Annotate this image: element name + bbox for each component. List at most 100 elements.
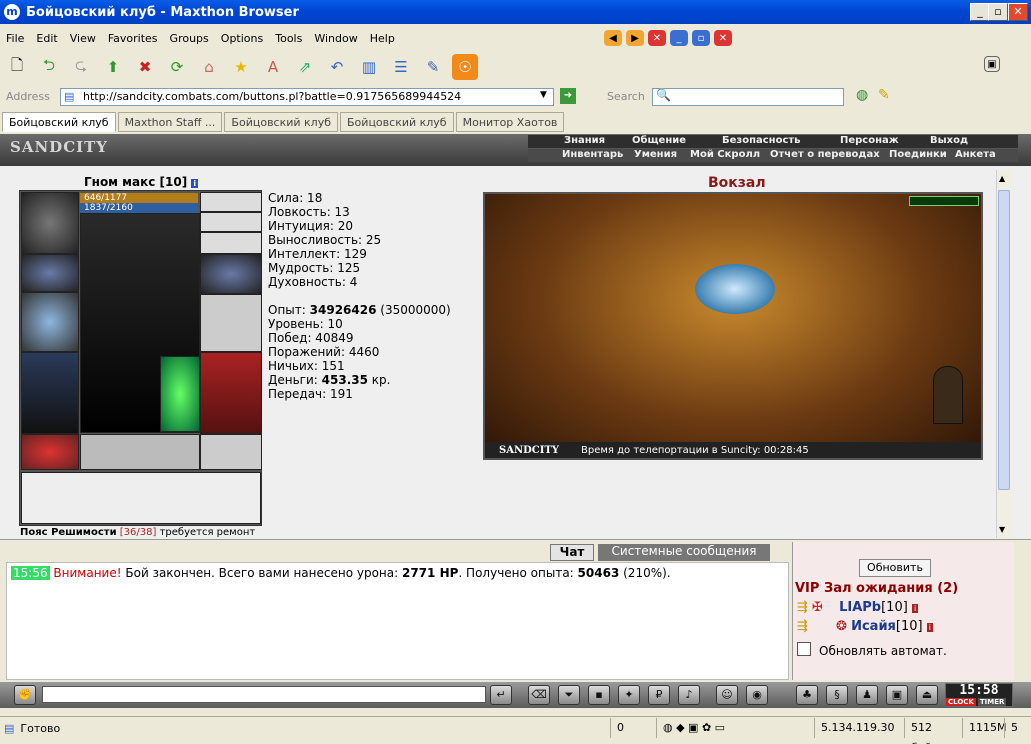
earrings-slot[interactable] <box>200 212 262 232</box>
translate-icon[interactable]: A <box>260 54 286 80</box>
menu-window[interactable]: Window <box>314 32 357 45</box>
smiley-fist-icon[interactable]: ✊ <box>14 685 36 705</box>
external-icon[interactable]: ⇗ <box>292 54 318 80</box>
user-name[interactable]: Исайя <box>851 619 896 634</box>
tab-system-messages[interactable]: Системные сообщения <box>598 544 770 561</box>
user-info-icon[interactable]: i <box>911 604 919 613</box>
empty-slots[interactable] <box>80 434 200 470</box>
nav-social[interactable]: Общение <box>632 135 686 146</box>
view-icon[interactable]: ◉ <box>746 685 768 705</box>
clock-widget[interactable]: 15:58 CLOCK TIMER <box>945 683 1013 707</box>
belt-slot[interactable] <box>21 434 79 470</box>
user-row[interactable]: ⇶ ❂ Исайя[10] i <box>797 619 933 634</box>
search-input[interactable] <box>652 88 844 106</box>
minimize-tab-icon[interactable]: _ <box>670 30 688 46</box>
tab-chat[interactable]: Чат <box>550 544 594 561</box>
gloves-slot[interactable] <box>200 254 262 294</box>
address-input[interactable]: http://sandcity.combats.com/buttons.pl?b… <box>60 88 554 106</box>
layout-icon[interactable]: ▣ <box>984 56 1000 72</box>
people-icon[interactable]: ♟ <box>856 685 878 705</box>
tab-chaos-monitor[interactable]: Монитор Хаотов <box>455 112 565 132</box>
nav-inventory[interactable]: Инвентарь <box>562 149 623 160</box>
globe-icon[interactable]: ◍ <box>856 87 868 103</box>
close-all-icon[interactable]: ✕ <box>714 30 732 46</box>
menu-edit[interactable]: Edit <box>36 32 57 45</box>
new-page-icon[interactable]: 🗋 <box>4 54 30 80</box>
close-button[interactable]: ✕ <box>1008 3 1028 21</box>
home-icon[interactable]: ⌂ <box>196 54 222 80</box>
tab-combats-2[interactable]: Бойцовский клуб <box>224 112 339 132</box>
scroll-icon[interactable]: § <box>826 685 848 705</box>
user-row[interactable]: ⇶ ✠ LIAPb[10] i <box>797 600 919 615</box>
chat-input[interactable] <box>42 686 486 703</box>
tab-maxthon-staff[interactable]: Maxthon Staff ... <box>117 112 223 132</box>
helmet-slot[interactable] <box>21 192 79 254</box>
menu-favorites[interactable]: Favorites <box>108 32 158 45</box>
sound-icon[interactable]: ♪ <box>678 685 700 705</box>
weapon-slot[interactable] <box>21 292 79 352</box>
nav-duels[interactable]: Поединки <box>889 149 947 160</box>
pants-slot[interactable] <box>200 352 262 434</box>
status-tools[interactable]: ◍ ◆ ▣ ✿ ▭ <box>656 718 756 738</box>
bag-icon[interactable]: ♣ <box>796 685 818 705</box>
menu-groups[interactable]: Groups <box>170 32 209 45</box>
lock-icon[interactable]: ▣ <box>886 685 908 705</box>
shield-slot[interactable] <box>200 294 262 352</box>
nav-security[interactable]: Безопасность <box>722 135 801 146</box>
sidebar-icon[interactable]: ☰ <box>388 54 414 80</box>
rss-icon[interactable]: ☉ <box>452 54 478 80</box>
auto-refresh-checkbox[interactable] <box>797 642 811 656</box>
nav-exit[interactable]: Выход <box>930 135 968 146</box>
user-name[interactable]: LIAPb <box>839 600 881 615</box>
tab-combats-3[interactable]: Бойцовский клуб <box>340 112 454 132</box>
undo-icon[interactable]: ↶ <box>324 54 350 80</box>
close-tab-icon[interactable]: ✕ <box>648 30 666 46</box>
edit-icon[interactable]: ✎ <box>420 54 446 80</box>
collector-icon[interactable]: ▥ <box>356 54 382 80</box>
menu-tools[interactable]: Tools <box>275 32 302 45</box>
refresh-icon[interactable]: ⟳ <box>164 54 190 80</box>
location-scene[interactable] <box>483 192 983 460</box>
nav-skills[interactable]: Умения <box>634 149 677 160</box>
minimize-button[interactable]: _ <box>970 3 990 21</box>
game-scrollbar[interactable]: ▲ ▼ <box>996 170 1011 538</box>
aura-slot[interactable] <box>160 356 200 432</box>
eraser-icon[interactable]: ⌫ <box>528 685 550 705</box>
user-info-icon[interactable]: i <box>926 623 933 632</box>
menu-options[interactable]: Options <box>221 32 263 45</box>
armor-slot[interactable] <box>21 352 79 434</box>
fight-icon[interactable]: ✦ <box>618 685 640 705</box>
next-window-icon[interactable]: ▶ <box>626 30 644 46</box>
stop-icon[interactable]: ✖ <box>132 54 158 80</box>
address-dropdown-icon[interactable]: ▼ <box>540 90 547 100</box>
save-log-icon[interactable]: ▪ <box>588 685 610 705</box>
bracers-slot[interactable] <box>21 254 79 292</box>
menu-view[interactable]: View <box>70 32 96 45</box>
refresh-button[interactable]: Обновить <box>859 559 931 577</box>
status-blocked-count[interactable]: 0 <box>610 718 650 738</box>
filter-icon[interactable]: ⏷ <box>558 685 580 705</box>
menu-file[interactable]: File <box>6 32 24 45</box>
back-icon[interactable]: ⮌ <box>36 54 62 80</box>
belt-items[interactable] <box>21 472 261 524</box>
menu-help[interactable]: Help <box>370 32 395 45</box>
maximize-button[interactable]: ▫ <box>988 3 1008 21</box>
tab-combats-1[interactable]: Бойцовский клуб <box>2 112 116 132</box>
scene-door[interactable] <box>933 366 963 424</box>
up-icon[interactable]: ⬆ <box>100 54 126 80</box>
send-icon[interactable]: ↵ <box>490 685 512 705</box>
boots-slot[interactable] <box>200 434 262 470</box>
teleport-fountain[interactable] <box>695 264 775 314</box>
highlight-icon[interactable]: ✎ <box>878 87 890 103</box>
clock-label[interactable]: CLOCK <box>946 698 976 706</box>
nav-my-scroll[interactable]: Мой Скролл <box>690 149 760 160</box>
forward-icon[interactable]: ⮎ <box>68 54 94 80</box>
nav-transfer-report[interactable]: Отчет о переводах <box>770 149 880 160</box>
smiles-icon[interactable]: ☺ <box>716 685 738 705</box>
restore-tab-icon[interactable]: ▫ <box>692 30 710 46</box>
timer-label[interactable]: TIMER <box>977 698 1007 706</box>
rings-slot[interactable] <box>200 232 262 254</box>
info-icon[interactable]: i <box>191 179 199 188</box>
nav-character[interactable]: Персонаж <box>840 135 899 146</box>
nav-profile[interactable]: Анкета <box>955 149 996 160</box>
